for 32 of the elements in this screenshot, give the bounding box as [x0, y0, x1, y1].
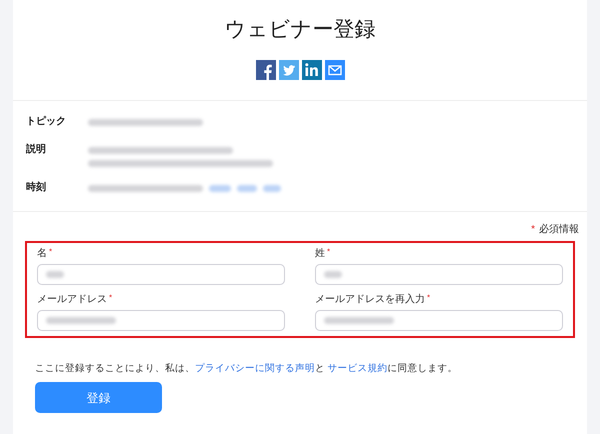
- facebook-icon[interactable]: [256, 60, 276, 80]
- input-field[interactable]: [37, 264, 285, 285]
- input-field[interactable]: [315, 264, 563, 285]
- blurred-text: [46, 271, 64, 278]
- field-label: メールアドレスを再入力: [315, 293, 425, 307]
- linkedin-icon[interactable]: [302, 60, 322, 80]
- required-mark: *: [427, 293, 430, 303]
- blurred-text: [46, 317, 116, 324]
- field-label: メールアドレス: [37, 293, 107, 307]
- blurred-text: [237, 185, 257, 192]
- page-title: ウェビナー登録: [224, 17, 376, 43]
- blurred-text: [209, 185, 231, 192]
- required-mark: *: [109, 293, 112, 303]
- consent-link[interactable]: プライバシーに関する声明: [195, 363, 315, 374]
- field-label: 姓: [315, 247, 325, 261]
- required-mark: *: [49, 247, 52, 257]
- consent-link[interactable]: サービス規約: [328, 363, 388, 374]
- required-mark: *: [327, 247, 330, 257]
- detail-label: 時刻: [26, 181, 47, 195]
- consent-text: ここに登録することにより、私は、プライバシーに関する声明 と サービス規約 に同意します。: [35, 362, 459, 376]
- field-label: 名: [37, 247, 47, 261]
- required-note: 必須情報: [539, 222, 579, 237]
- blurred-text: [324, 317, 394, 324]
- register-button[interactable]: 登録: [35, 382, 162, 413]
- envelope-icon[interactable]: [324, 60, 344, 80]
- detail-label: トピック: [26, 115, 67, 129]
- blurred-text: [263, 185, 281, 192]
- input-field[interactable]: [37, 310, 285, 331]
- blurred-text: [324, 271, 342, 278]
- required-mark: *: [531, 223, 535, 237]
- input-field[interactable]: [315, 310, 563, 331]
- detail-label: 説明: [26, 143, 47, 157]
